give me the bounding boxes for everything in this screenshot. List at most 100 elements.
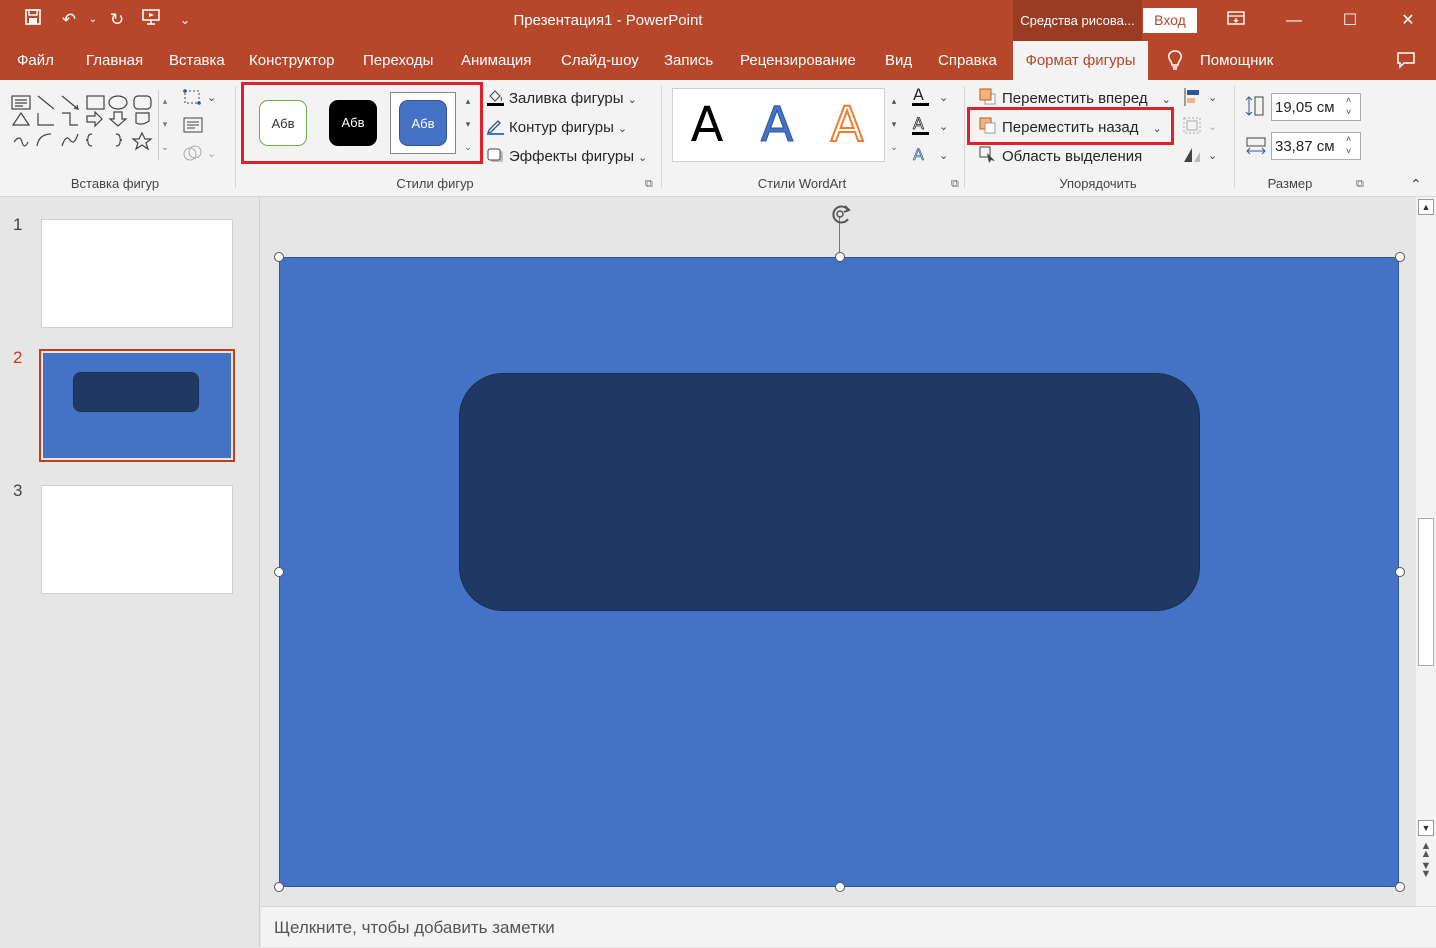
rotate-button[interactable]: ⌄ bbox=[1182, 144, 1222, 166]
slide-number: 1 bbox=[13, 215, 23, 234]
text-fill-button[interactable]: A ⌄ bbox=[911, 85, 951, 108]
slide-thumbnail-3[interactable] bbox=[41, 485, 233, 594]
scrollbar-thumb[interactable] bbox=[1418, 518, 1434, 666]
tab-help[interactable]: Справка bbox=[938, 41, 997, 80]
resize-handle[interactable] bbox=[1395, 567, 1405, 577]
tab-review[interactable]: Рецензирование bbox=[740, 41, 856, 80]
tab-design[interactable]: Конструктор bbox=[249, 41, 335, 80]
text-box-icon[interactable] bbox=[183, 116, 205, 136]
resize-handle[interactable] bbox=[274, 882, 284, 892]
svg-text:⌄: ⌄ bbox=[207, 92, 216, 104]
send-backward-button[interactable]: Переместить назад ⌄ bbox=[979, 117, 1162, 136]
arrange-group-label: Упорядочить bbox=[1059, 176, 1137, 191]
height-spinner[interactable]: ˄ ˅ bbox=[1346, 94, 1358, 120]
rounded-rectangle-shape[interactable] bbox=[459, 373, 1200, 611]
shape-styles-dialog-launcher-icon[interactable]: ⧉ bbox=[645, 178, 653, 191]
resize-handle[interactable] bbox=[835, 882, 845, 892]
wordart-sample-blue[interactable]: A bbox=[747, 95, 807, 155]
insert-shapes-group-label: Вставка фигур bbox=[70, 176, 160, 191]
shapes-gallery-scroll[interactable]: ▴ ▾ ⌄ bbox=[157, 90, 173, 160]
tab-transitions[interactable]: Переходы bbox=[363, 41, 433, 80]
shape-outline-button[interactable]: Контур фигуры ⌄ bbox=[486, 117, 627, 136]
size-dialog-launcher-icon[interactable]: ⧉ bbox=[1356, 178, 1364, 191]
resize-handle[interactable] bbox=[1395, 882, 1405, 892]
merge-shapes-icon[interactable]: ⌄ bbox=[183, 144, 223, 164]
lightbulb-icon bbox=[1166, 41, 1184, 80]
shape-effects-icon bbox=[486, 146, 504, 162]
minimize-icon[interactable]: — bbox=[1266, 0, 1322, 41]
send-backward-icon bbox=[979, 117, 997, 134]
wordart-dialog-launcher-icon[interactable]: ⧉ bbox=[951, 178, 959, 191]
tab-tell-me[interactable]: Помощник bbox=[1200, 41, 1273, 80]
svg-text:⌄: ⌄ bbox=[939, 92, 948, 104]
wordart-gallery-scroll[interactable]: ▴ ▾ ⌄ bbox=[886, 90, 902, 160]
shape-effects-label: Эффекты фигуры bbox=[509, 148, 635, 165]
scroll-up-icon[interactable]: ▲ bbox=[1418, 199, 1434, 215]
ribbon-display-icon[interactable] bbox=[1208, 0, 1264, 41]
slide-number: 2 bbox=[13, 348, 23, 367]
width-icon bbox=[1245, 136, 1267, 158]
bring-forward-icon bbox=[979, 88, 997, 105]
resize-handle[interactable] bbox=[274, 567, 284, 577]
notes-placeholder[interactable]: Щелкните, чтобы добавить заметки bbox=[261, 906, 1436, 947]
title-bar: ↶ ⌄ ↻ ⌄ Презентация1 - PowerPoint Средст… bbox=[0, 0, 1436, 41]
shape-style-preset-outline[interactable]: Абв bbox=[259, 100, 307, 146]
resize-handle[interactable] bbox=[1395, 252, 1405, 262]
shape-fill-label: Заливка фигуры bbox=[509, 90, 624, 107]
shape-fill-button[interactable]: Заливка фигуры ⌄ bbox=[486, 88, 637, 107]
svg-text:A: A bbox=[913, 115, 924, 133]
width-spinner[interactable]: ˄ ˅ bbox=[1346, 133, 1358, 159]
tab-shape-format[interactable]: Формат фигуры bbox=[1013, 41, 1148, 80]
shape-styles-scroll[interactable]: ▴ ▾ ⌄ bbox=[460, 90, 476, 160]
shape-outline-label: Контур фигуры bbox=[509, 119, 614, 136]
svg-text:⌄: ⌄ bbox=[939, 121, 948, 133]
wordart-sample-orange-outline[interactable]: A bbox=[817, 95, 877, 155]
rotate-handle-icon[interactable] bbox=[826, 201, 856, 227]
selection-pane-button[interactable]: Область выделения bbox=[979, 146, 1142, 165]
edit-shape-icon[interactable]: ⌄ bbox=[183, 88, 223, 108]
shapes-gallery[interactable] bbox=[10, 90, 160, 160]
svg-text:⌄: ⌄ bbox=[1208, 92, 1217, 104]
text-outline-button[interactable]: A ⌄ bbox=[911, 114, 951, 137]
selection-pane-label: Область выделения bbox=[1002, 148, 1143, 165]
svg-text:⌄: ⌄ bbox=[939, 150, 948, 162]
next-slide-icon[interactable]: ▼ ▼ bbox=[1418, 861, 1434, 880]
shape-style-preset-blue[interactable]: Абв bbox=[399, 100, 447, 146]
svg-text:⌄: ⌄ bbox=[1208, 150, 1217, 162]
collapse-ribbon-icon[interactable]: ⌃ bbox=[1410, 176, 1422, 193]
resize-handle[interactable] bbox=[835, 252, 845, 262]
resize-handle[interactable] bbox=[274, 252, 284, 262]
shape-effects-button[interactable]: Эффекты фигуры ⌄ bbox=[486, 146, 647, 165]
text-effects-button[interactable]: A ⌄ bbox=[911, 144, 951, 166]
shape-styles-group-label: Стили фигур bbox=[396, 176, 474, 191]
tab-home[interactable]: Главная bbox=[86, 41, 143, 80]
size-group-label: Размер bbox=[1267, 176, 1313, 191]
tab-insert[interactable]: Вставка bbox=[169, 41, 225, 80]
tab-view[interactable]: Вид bbox=[885, 41, 912, 80]
selection-pane-icon bbox=[979, 146, 997, 163]
svg-text:⌄: ⌄ bbox=[1208, 121, 1217, 133]
previous-slide-icon[interactable]: ▲ ▲ bbox=[1418, 841, 1434, 860]
group-separator bbox=[661, 86, 662, 188]
maximize-icon[interactable]: ☐ bbox=[1322, 0, 1378, 41]
sign-in-button[interactable]: Вход bbox=[1143, 8, 1197, 33]
slide-thumbnail-1[interactable] bbox=[41, 219, 233, 328]
close-icon[interactable]: ✕ bbox=[1380, 0, 1436, 41]
tab-file[interactable]: Файл bbox=[17, 41, 54, 80]
bring-forward-button[interactable]: Переместить вперед ⌄ bbox=[979, 88, 1171, 107]
paint-bucket-icon bbox=[486, 88, 504, 106]
pen-outline-icon bbox=[486, 117, 504, 135]
comments-icon[interactable] bbox=[1396, 41, 1416, 80]
scroll-down-icon[interactable]: ▼ bbox=[1418, 820, 1434, 836]
group-objects-button[interactable]: ⌄ bbox=[1182, 115, 1222, 137]
slide-thumbnail-2-shape bbox=[73, 372, 199, 412]
send-backward-label: Переместить назад bbox=[1002, 119, 1139, 136]
tab-record[interactable]: Запись bbox=[664, 41, 713, 80]
wordart-sample-black[interactable]: A bbox=[677, 95, 737, 155]
tab-slideshow[interactable]: Слайд-шоу bbox=[561, 41, 639, 80]
ribbon: ▴ ▾ ⌄ ⌄ ⌄ Вставка фигур Абв Абв Абв ▴ ▾ ⌄ За… bbox=[0, 80, 1436, 197]
bring-forward-label: Переместить вперед bbox=[1002, 90, 1148, 107]
align-button[interactable]: ⌄ bbox=[1182, 86, 1222, 108]
shape-style-preset-dark[interactable]: Абв bbox=[329, 100, 377, 146]
tab-animations[interactable]: Анимация bbox=[461, 41, 531, 80]
